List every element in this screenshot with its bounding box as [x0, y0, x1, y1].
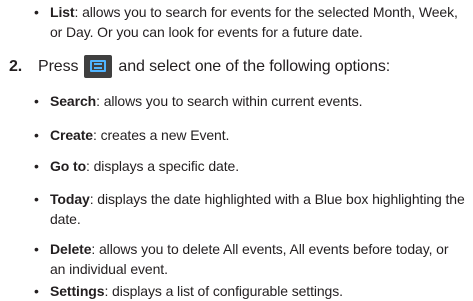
- bullet-dot: •: [34, 158, 39, 174]
- list-item-list: • List: allows you to search for events …: [34, 2, 465, 42]
- list-item-search: • Search: allows you to search within cu…: [34, 91, 465, 111]
- list-item-create: • Create: creates a new Event.: [34, 125, 465, 145]
- list-item-today: • Today: displays the date highlighted w…: [34, 189, 465, 229]
- bullet-dot: •: [34, 191, 39, 207]
- item-description: : allows you to delete All events, All e…: [50, 241, 449, 277]
- step-text-after: and select one of the following options:: [118, 58, 391, 75]
- document-page: • List: allows you to search for events …: [0, 0, 473, 301]
- item-description: : allows you to search for events for th…: [50, 4, 458, 40]
- item-term: Create: [50, 127, 93, 143]
- item-description: : displays a list of configurable settin…: [104, 283, 343, 299]
- item-term: Today: [50, 191, 90, 207]
- list-item-go-to: • Go to: displays a specific date.: [34, 156, 465, 176]
- bullet-dot: •: [34, 241, 39, 257]
- item-description: : allows you to search within current ev…: [96, 93, 363, 109]
- step-number: 2.: [9, 58, 23, 75]
- bullet-dot: •: [34, 93, 39, 109]
- item-description: : displays the date highlighted with a B…: [50, 191, 465, 227]
- bullet-dot: •: [34, 4, 39, 20]
- item-description: : displays a specific date.: [86, 158, 239, 174]
- item-term: Search: [50, 93, 97, 109]
- item-term: Delete: [50, 241, 92, 257]
- item-description: : creates a new Event.: [92, 127, 230, 143]
- menu-key-icon: [84, 55, 113, 78]
- list-item-delete: • Delete: allows you to delete All event…: [34, 239, 465, 279]
- step-text-before: Press: [38, 58, 79, 75]
- bullet-dot: •: [34, 283, 39, 299]
- item-term: Settings: [50, 283, 105, 299]
- item-term: List: [50, 4, 75, 20]
- bullet-dot: •: [34, 127, 39, 143]
- item-term: Go to: [50, 158, 87, 174]
- list-item-settings: • Settings: displays a list of configura…: [34, 281, 465, 301]
